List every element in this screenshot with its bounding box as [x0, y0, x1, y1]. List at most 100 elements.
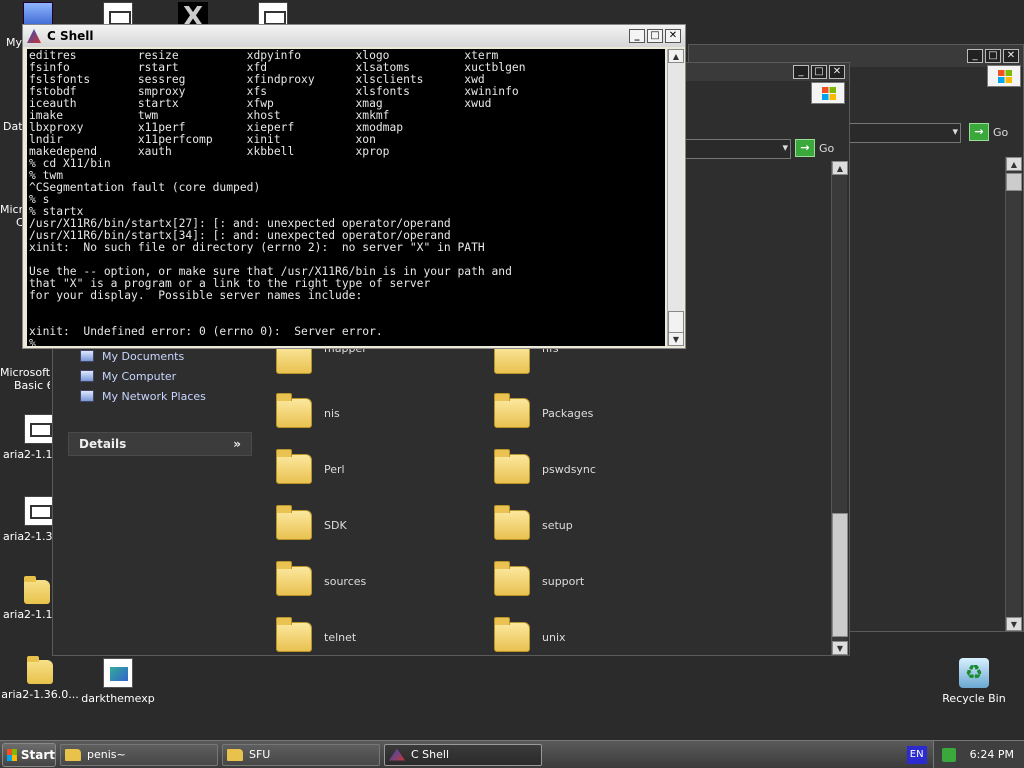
- maximize-button[interactable]: □: [811, 65, 827, 79]
- place-my-network-places[interactable]: My Network Places: [62, 386, 262, 406]
- start-label: Start: [20, 747, 55, 762]
- go-label: Go: [819, 141, 835, 155]
- scroll-thumb[interactable]: [832, 513, 848, 637]
- language-indicator[interactable]: EN: [906, 745, 927, 764]
- folder-name: sources: [324, 574, 367, 588]
- close-button[interactable]: ✕: [829, 65, 845, 79]
- terminal-line: xinit: Undefined error: 0 (errno 0): Ser…: [29, 325, 383, 338]
- desktop-icon-micro[interactable]: Micro C: [0, 203, 22, 229]
- place-label: My Network Places: [102, 389, 206, 403]
- desktop-icon-label: Micro: [0, 203, 22, 216]
- folder-item[interactable]: Perl: [276, 449, 345, 484]
- taskbar-item[interactable]: penis~: [60, 743, 218, 766]
- scroll-down-icon[interactable]: ▼: [1006, 617, 1022, 631]
- go-button[interactable]: → Go: [795, 139, 834, 157]
- minimize-button[interactable]: _: [629, 29, 645, 43]
- terminal-line: % s: [29, 193, 50, 206]
- folder-item[interactable]: pswdsync: [494, 449, 596, 484]
- terminal-output[interactable]: editres resize xdpyinfo xlogo xterm fsinf…: [27, 49, 665, 346]
- task-label: C Shell: [411, 748, 450, 761]
- desktop-icon-aria-4[interactable]: aria2-1.36.0...: [0, 656, 80, 701]
- folder-item[interactable]: Packages: [494, 393, 594, 428]
- desktop-icon-label: Dat: [3, 120, 22, 133]
- folder-icon: [227, 748, 243, 761]
- scroll-down-icon[interactable]: ▼: [832, 641, 848, 655]
- folder-item[interactable]: unix: [494, 617, 566, 652]
- scroll-up-icon[interactable]: ▲: [1006, 157, 1022, 171]
- my-documents-icon: [80, 350, 94, 362]
- windows-logo-icon: [987, 65, 1021, 87]
- vertical-scrollbar[interactable]: ▲ ▼: [831, 161, 848, 655]
- desktop-icon-label: Microsoft V: [0, 366, 50, 379]
- chevron-down-icon[interactable]: »: [233, 437, 241, 451]
- document-icon: [24, 496, 54, 526]
- terminal-line: for your display. Possible server names …: [29, 289, 363, 302]
- chevron-down-icon[interactable]: ▾: [952, 125, 958, 138]
- terminal-scrollbar[interactable]: ▲ ▼: [667, 49, 684, 346]
- clock-area: 6:24 PM: [932, 740, 1024, 768]
- folder-icon: [24, 576, 50, 604]
- scroll-up-icon[interactable]: ▲: [668, 49, 684, 63]
- document-icon: [24, 414, 54, 444]
- start-button[interactable]: Start: [2, 742, 56, 767]
- desktop-icon-visual-basic[interactable]: Microsoft V Basic 6: [0, 366, 50, 392]
- scroll-up-icon[interactable]: ▲: [832, 161, 848, 175]
- folder-item[interactable]: SDK: [276, 505, 347, 540]
- close-button[interactable]: ✕: [1003, 49, 1019, 63]
- chevron-down-icon[interactable]: ▾: [782, 141, 788, 154]
- details-label: Details: [79, 437, 127, 451]
- desktop-icon-aria-3[interactable]: aria2-1.19: [0, 576, 52, 621]
- go-label: Go: [993, 125, 1009, 139]
- c-shell-title-bar[interactable]: C Shell _ □ ✕: [23, 25, 685, 47]
- desktop-icon-data[interactable]: Dat: [0, 120, 22, 133]
- folder-name: support: [542, 574, 585, 588]
- terminal-line: ^CSegmentation fault (core dumped): [29, 181, 261, 194]
- maximize-button[interactable]: □: [985, 49, 1001, 63]
- address-bar[interactable]: ▾: [849, 123, 961, 143]
- scroll-down-icon[interactable]: ▼: [668, 332, 684, 346]
- clock[interactable]: 6:24 PM: [970, 748, 1014, 761]
- folder-name: Perl: [324, 462, 345, 476]
- recycle-bin-icon: [959, 658, 989, 688]
- window-title: C Shell: [47, 29, 94, 43]
- desktop-icon-aria-2[interactable]: aria2-1.36: [0, 496, 54, 543]
- folder-item[interactable]: sources: [276, 561, 367, 596]
- tray-app-icon[interactable]: [941, 747, 956, 762]
- details-panel-header[interactable]: Details »: [68, 432, 252, 456]
- folder-icon: [494, 393, 530, 428]
- place-my-computer[interactable]: My Computer: [62, 366, 262, 386]
- minimize-button[interactable]: _: [793, 65, 809, 79]
- vertical-scrollbar[interactable]: ▲ ▼: [1005, 157, 1022, 631]
- address-bar[interactable]: ▾: [683, 139, 791, 159]
- folder-item[interactable]: nis: [276, 393, 340, 428]
- desktop-icon-aria-1[interactable]: aria2-1.19: [0, 414, 54, 461]
- place-my-documents[interactable]: My Documents: [62, 346, 262, 366]
- taskbar: Start penis~ SFU C Shell EN 6:24 PM: [0, 740, 1024, 768]
- desktop-icon-label: darkthemexp: [81, 692, 155, 705]
- taskbar-item[interactable]: SFU: [222, 743, 380, 766]
- scroll-thumb[interactable]: [1006, 173, 1022, 191]
- folder-name: SDK: [324, 518, 347, 532]
- close-button[interactable]: ✕: [665, 29, 681, 43]
- scroll-thumb[interactable]: [668, 311, 684, 333]
- desktop-icon-recycle-bin[interactable]: Recycle Bin: [936, 658, 1012, 705]
- desktop-icon-label: C: [16, 216, 22, 229]
- folder-item[interactable]: support: [494, 561, 585, 596]
- image-file-icon: [103, 658, 133, 688]
- terminal-line: xinit: No such file or directory (errno …: [29, 241, 485, 254]
- go-arrow-icon: →: [969, 123, 989, 141]
- folder-item[interactable]: telnet: [276, 617, 356, 652]
- minimize-button[interactable]: _: [967, 49, 983, 63]
- desktop-icon-label: aria2-1.36: [3, 530, 52, 543]
- folder-item[interactable]: setup: [494, 505, 573, 540]
- go-button[interactable]: → Go: [969, 123, 1008, 141]
- folder-icon: [276, 449, 312, 484]
- taskbar-item-active[interactable]: C Shell: [384, 743, 542, 766]
- folder-name: nis: [324, 406, 340, 420]
- folder-name: unix: [542, 630, 566, 644]
- folder-name: Packages: [542, 406, 594, 420]
- terminal-line: % cd X11/bin: [29, 157, 111, 170]
- maximize-button[interactable]: □: [647, 29, 663, 43]
- desktop-icon-darkthemexp[interactable]: darkthemexp: [78, 658, 158, 705]
